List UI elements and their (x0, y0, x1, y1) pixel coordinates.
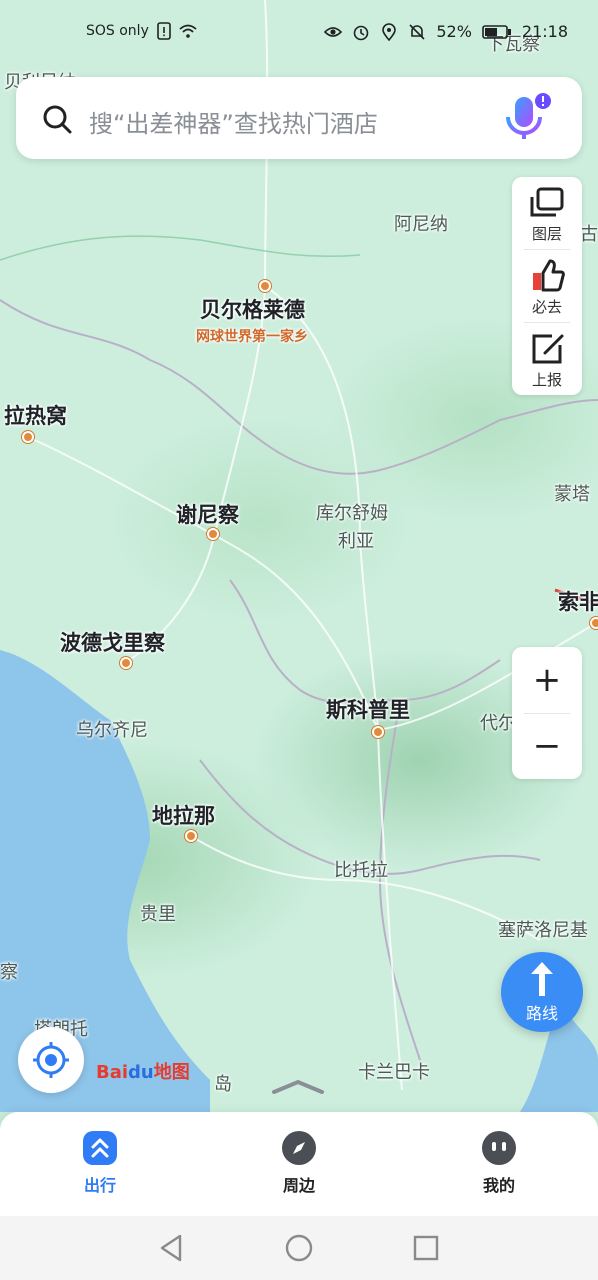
place-label[interactable]: 利亚 (338, 527, 374, 553)
city-dot-sarajevo[interactable] (22, 431, 34, 443)
chevron-up-double-icon (83, 1131, 117, 1165)
city-dot-senica[interactable] (207, 528, 219, 540)
layers-button[interactable]: 图层 (512, 177, 582, 249)
place-label[interactable]: 塞萨洛尼基 (498, 916, 588, 942)
place-label-senica[interactable]: 谢尼察 (176, 499, 239, 529)
must-go-button[interactable]: 必去 (512, 250, 582, 322)
search-bar[interactable]: 搜“出差神器”查找热门酒店 (16, 77, 582, 159)
river (0, 235, 361, 261)
place-label-tirana[interactable]: 地拉那 (152, 800, 215, 830)
map-canvas[interactable]: 贝尔格莱德 网球世界第一家乡 拉热窝 谢尼察 波德戈里察 斯科普里 地拉那 索非… (0, 0, 598, 1112)
place-label[interactable]: 卡兰巴卡 (358, 1058, 430, 1084)
compass-icon (282, 1131, 316, 1165)
edit-report-icon (532, 334, 564, 364)
logo-bai: Bai (96, 1062, 129, 1083)
bottom-tab-bar: 出行 周边 我的 (0, 1112, 598, 1216)
clock-time: 21:18 (521, 22, 568, 41)
wifi-icon (179, 24, 197, 38)
place-label-sarajevo[interactable]: 拉热窝 (4, 400, 67, 430)
report-button[interactable]: 上报 (512, 323, 582, 395)
city-dot-sofia[interactable] (590, 617, 598, 629)
crosshair-icon (33, 1042, 69, 1078)
place-label[interactable]: 岛 (214, 1070, 232, 1096)
status-bar: SOS only 52% 21:18 (0, 0, 598, 70)
thumbs-up-icon (533, 259, 565, 292)
city-dot-belgrade[interactable] (259, 280, 271, 292)
home-icon[interactable] (283, 1232, 315, 1264)
place-label[interactable]: 古 (580, 220, 598, 246)
baidu-map-logo: Baidu地图 (96, 1058, 190, 1084)
place-tag-belgrade: 网球世界第一家乡 (196, 329, 308, 345)
tab-nearby-label: 周边 (282, 1176, 315, 1195)
zoom-out-button[interactable]: − (512, 713, 582, 779)
tab-nearby[interactable]: 周边 (239, 1130, 359, 1196)
tab-mine[interactable]: 我的 (439, 1130, 559, 1196)
recents-icon[interactable] (410, 1232, 442, 1264)
city-dot-podgorica[interactable] (120, 657, 132, 669)
place-label[interactable]: 乌尔齐尼 (76, 716, 148, 742)
place-label-podgorica[interactable]: 波德戈里察 (60, 627, 165, 657)
layers-label: 图层 (531, 225, 562, 243)
road (190, 835, 541, 941)
place-label-belgrade[interactable]: 贝尔格莱德 (200, 294, 305, 324)
battery-percent: 52% (436, 22, 472, 41)
place-label-sofia[interactable]: 索非 (558, 586, 598, 616)
layers-icon (530, 187, 564, 217)
battery-icon (482, 24, 511, 39)
location-pin-icon (382, 22, 397, 41)
route-label: 路线 (525, 1004, 558, 1023)
zoom-controls: + − (512, 647, 582, 779)
sos-text: SOS only (86, 23, 149, 39)
road (264, 285, 403, 1091)
place-label[interactable]: 贵里 (140, 900, 176, 926)
place-label[interactable]: 阿尼纳 (394, 210, 448, 236)
place-label[interactable]: 蒙塔 (554, 480, 590, 506)
city-dot-tirana[interactable] (185, 830, 197, 842)
system-nav-bar (0, 1216, 598, 1280)
microphone-icon[interactable] (498, 91, 554, 147)
map-terrain (0, 0, 598, 1112)
status-right: 52% 21:18 (324, 22, 568, 41)
search-icon[interactable] (41, 103, 73, 135)
tab-travel-label: 出行 (83, 1176, 116, 1195)
status-left: SOS only (86, 22, 197, 40)
logo-du: du (128, 1062, 154, 1083)
locate-me-button[interactable] (18, 1027, 84, 1093)
place-label[interactable]: 库尔舒姆 (316, 499, 388, 525)
eye-icon (324, 26, 343, 37)
drawer-handle-icon[interactable] (270, 1078, 326, 1094)
place-label[interactable]: 察 (0, 958, 18, 984)
tab-travel[interactable]: 出行 (40, 1130, 160, 1196)
mute-bell-icon (409, 23, 425, 40)
route-button[interactable]: 路线 (501, 952, 583, 1032)
alarm-icon (354, 25, 369, 40)
city-dot-skopje[interactable] (372, 726, 384, 738)
report-label: 上报 (531, 371, 562, 389)
place-label-skopje[interactable]: 斯科普里 (326, 694, 410, 724)
route-arrow-icon (531, 962, 553, 996)
zoom-in-button[interactable]: + (512, 647, 582, 713)
must-go-label: 必去 (531, 298, 562, 316)
sim-alert-icon (157, 22, 171, 40)
place-label[interactable]: 代尔 (480, 709, 516, 735)
map-tools-panel: 图层 必去 上报 (512, 177, 582, 395)
search-placeholder[interactable]: 搜“出差神器”查找热门酒店 (89, 104, 378, 139)
logo-map: 地图 (153, 1062, 190, 1083)
back-icon[interactable] (156, 1232, 188, 1264)
profile-face-icon (482, 1131, 516, 1165)
road (27, 436, 379, 731)
tab-mine-label: 我的 (482, 1176, 515, 1195)
place-label[interactable]: 比托拉 (334, 856, 388, 882)
